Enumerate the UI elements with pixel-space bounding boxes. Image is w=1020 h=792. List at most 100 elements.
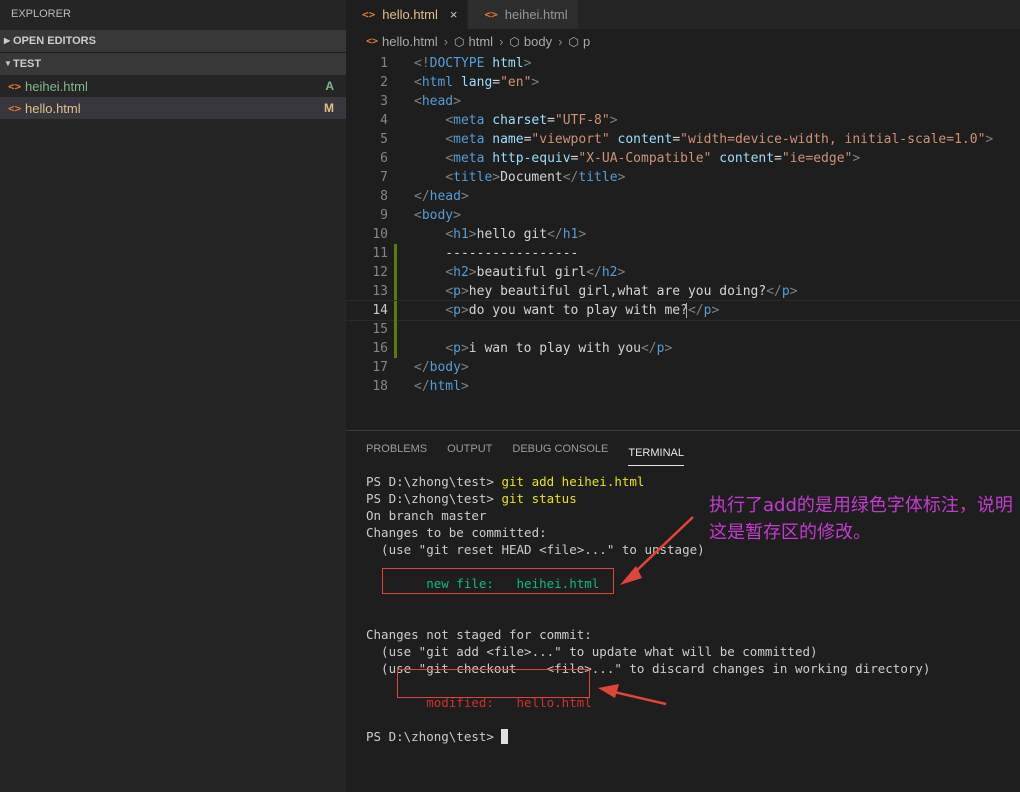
code-line[interactable]: 12 <h2>beautiful girl</h2> xyxy=(346,263,1020,282)
line-number: 18 xyxy=(372,379,388,394)
code-token: html xyxy=(421,75,454,90)
code-line[interactable]: 6 <meta http-equiv = "X-UA-Compatible" con… xyxy=(346,149,1020,168)
code-line[interactable]: 18 </html> xyxy=(346,377,1020,396)
git-status-badge: M xyxy=(324,101,334,115)
code-token: > xyxy=(789,284,798,299)
breadcrumb-file[interactable]: hello.html xyxy=(382,34,438,49)
code-token: lang xyxy=(460,75,493,90)
line-number: 4 xyxy=(380,113,388,128)
open-editors-section[interactable]: ▶ OPEN EDITORS xyxy=(0,30,346,52)
code-token: ----------------- xyxy=(414,246,579,261)
code-line[interactable]: 8 </head> xyxy=(346,187,1020,206)
open-editors-label: OPEN EDITORS xyxy=(13,35,96,47)
line-number: 6 xyxy=(380,151,388,166)
git-gutter-modified xyxy=(394,244,397,263)
chevron-right-icon: ▶ xyxy=(4,36,11,45)
code-token: title xyxy=(578,170,618,185)
code-token: < xyxy=(445,303,454,318)
code-token: > xyxy=(531,75,540,90)
code-token: > xyxy=(460,284,469,299)
code-line[interactable]: 5 <meta name="viewport" content="width=d… xyxy=(346,130,1020,149)
code-token: "ie=edge" xyxy=(781,151,853,166)
code-token: h2 xyxy=(601,265,618,280)
chevron-down-icon: ▼ xyxy=(4,59,12,68)
code-line[interactable]: 4 <meta charset="UTF-8"> xyxy=(346,111,1020,130)
code-text: <h2>beautiful girl</h2> xyxy=(414,263,625,282)
code-token: < xyxy=(414,208,422,223)
line-number: 14 xyxy=(372,303,388,318)
code-line[interactable]: 3 <head> xyxy=(346,92,1020,111)
code-line[interactable]: 2 <html lang="en"> xyxy=(346,73,1020,92)
code-token: DOCTYPE xyxy=(429,56,485,71)
code-token: = xyxy=(672,132,681,147)
code-text: <meta name="viewport" content="width=dev… xyxy=(414,130,993,149)
code-token: < xyxy=(445,151,454,166)
code-text: <html lang="en"> xyxy=(414,73,539,92)
code-line[interactable]: 14 <p>do you want to play with me?</p> xyxy=(345,300,1020,321)
line-number: 2 xyxy=(380,75,388,90)
code-token: </ xyxy=(414,189,430,204)
folder-section[interactable]: ▼ TEST xyxy=(0,53,346,75)
code-line[interactable]: 9 <body> xyxy=(346,206,1020,225)
code-line[interactable]: 10 <h1>hello git</h1> xyxy=(346,225,1020,244)
code-token: > xyxy=(460,303,469,318)
line-number: 12 xyxy=(372,265,388,280)
code-token: > xyxy=(985,132,994,147)
code-line[interactable]: 17 </body> xyxy=(346,358,1020,377)
code-token: "UTF-8" xyxy=(554,113,610,128)
tab-debug-console[interactable]: DEBUG CONSOLE xyxy=(512,431,608,466)
code-token: > xyxy=(460,341,469,356)
code-token: h1 xyxy=(453,227,469,242)
code-token: </ xyxy=(547,227,563,242)
code-text: <p>hey beautiful girl,what are you doing… xyxy=(414,282,798,301)
code-line[interactable]: 7 <title>Document</title> xyxy=(346,168,1020,187)
code-text: <h1>hello git</h1> xyxy=(414,225,586,244)
code-token: h2 xyxy=(453,265,469,280)
code-line[interactable]: 16 <p>i wan to play with you</p> xyxy=(346,339,1020,358)
code-token: "viewport" xyxy=(531,132,610,147)
code-token: < xyxy=(445,113,454,128)
code-token: </ xyxy=(766,284,782,299)
code-editor[interactable]: 1 <!DOCTYPE html> 2 <html lang="en"> 3 <head>… xyxy=(345,54,1020,396)
breadcrumb-item-html[interactable]: html xyxy=(469,34,494,49)
code-line[interactable]: 15 xyxy=(346,320,1020,339)
git-status-badge: A xyxy=(325,79,334,93)
code-token: html xyxy=(492,56,524,71)
code-text: <head> xyxy=(414,92,461,111)
breadcrumb-item-p[interactable]: p xyxy=(583,34,590,49)
tab-heihei-html[interactable]: <> heihei.html xyxy=(468,0,579,29)
file-item-heihei[interactable]: <> heihei.html A xyxy=(0,75,346,97)
tab-terminal[interactable]: TERMINAL xyxy=(628,440,684,466)
code-token: > xyxy=(578,227,587,242)
code-token: > xyxy=(617,170,626,185)
code-line[interactable]: 11 ----------------- xyxy=(346,244,1020,263)
close-icon[interactable]: × xyxy=(450,7,458,22)
code-token: charset xyxy=(492,113,548,128)
code-token: http-equiv xyxy=(492,151,571,166)
tab-output[interactable]: OUTPUT xyxy=(447,431,492,466)
code-line[interactable]: 13 <p>hey beautiful girl,what are you do… xyxy=(346,282,1020,301)
code-token: < xyxy=(414,94,422,109)
code-token: title xyxy=(453,170,493,185)
tab-problems[interactable]: PROBLEMS xyxy=(366,431,427,466)
terminal-prompt: PS D:\zhong\test> xyxy=(366,474,502,489)
html-file-icon: <> xyxy=(362,8,376,21)
code-token: i wan to play with you xyxy=(468,341,641,356)
annotation-text: 执行了add的是用绿色字体标注，说明这是暂存区的修改。 xyxy=(709,495,1013,543)
line-number: 11 xyxy=(372,246,388,261)
code-text: <meta charset="UTF-8"> xyxy=(414,111,617,130)
breadcrumb-item-body[interactable]: body xyxy=(524,34,552,49)
code-token: < xyxy=(445,284,454,299)
terminal-command: git status xyxy=(501,491,577,506)
code-text: <!DOCTYPE html> xyxy=(414,54,531,73)
code-token: </ xyxy=(414,379,430,394)
code-line[interactable]: 1 <!DOCTYPE html> xyxy=(346,54,1020,73)
file-item-hello[interactable]: <> hello.html M xyxy=(0,97,346,119)
code-token: content xyxy=(719,151,775,166)
tab-hello-html[interactable]: <> hello.html × xyxy=(346,0,469,29)
git-gutter-modified xyxy=(394,301,397,320)
